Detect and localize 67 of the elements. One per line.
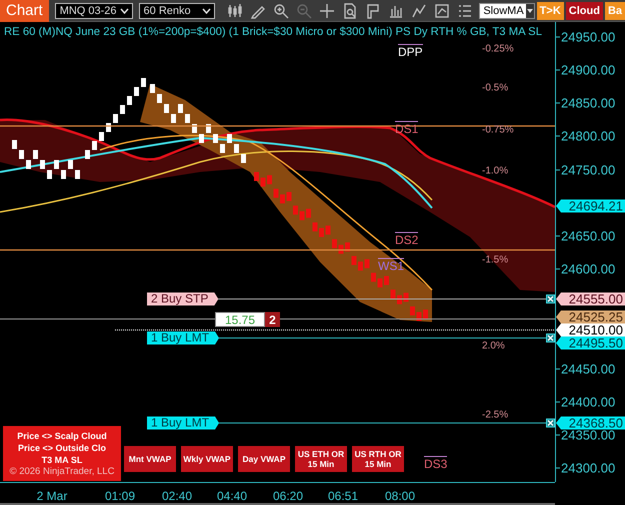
percent-label: -1.0% [482, 166, 508, 176]
time-tick: 04:40 [216, 489, 248, 503]
list-icon[interactable] [457, 2, 474, 18]
price-tick: 24750.00 [556, 162, 616, 178]
quantity-badge: 2 [265, 312, 280, 327]
price-tick: 24950.00 [556, 30, 616, 44]
percent-label: -1.5% [482, 254, 508, 266]
percent-label: -0.25% [482, 44, 514, 54]
profit-label: 15.75 [215, 312, 265, 327]
crosshair-icon[interactable] [319, 2, 336, 18]
percent-label: -2.5% [482, 410, 508, 420]
flag-icon[interactable] [365, 2, 382, 18]
indicator-button[interactable]: Day VWAP [238, 446, 290, 472]
close-icon[interactable] [546, 334, 555, 342]
price-tick: 24300.00 [556, 460, 616, 476]
indicator-button[interactable]: Mnt VWAP [124, 446, 176, 472]
price-marker: 24555.00 [556, 292, 625, 306]
price-marker: 24368.50 [556, 416, 625, 430]
toolbar-button[interactable]: Cloud [566, 2, 603, 20]
copyright-text: © 2026 NinjaTrader, LLC [10, 466, 114, 478]
signal-text: Price <> Outside Clo [18, 442, 106, 454]
instrument-select[interactable]: MNQ 03-26 [54, 2, 133, 18]
close-icon[interactable] [546, 418, 555, 428]
time-tick: 2 Mar [36, 489, 68, 503]
close-icon[interactable] [546, 294, 555, 304]
percent-label: 2.0% [482, 340, 505, 352]
pivot-level-label: WS1 [378, 258, 404, 273]
price-tick: 24800.00 [556, 128, 616, 144]
document-search-icon[interactable] [342, 2, 358, 18]
price-tick: 24650.00 [556, 228, 616, 244]
price-tick: 24850.00 [556, 96, 616, 110]
candlestick-icon[interactable] [227, 2, 244, 18]
price-marker: 24510.00 [556, 324, 625, 336]
order-label[interactable]: 2 Buy STP [147, 292, 218, 306]
zoom-in-icon[interactable] [273, 2, 290, 18]
percent-label: -0.5% [482, 82, 508, 94]
price-marker: 24495.50 [556, 336, 625, 350]
chart-tab[interactable]: Chart [0, 0, 49, 22]
price-tick: 24350.00 [556, 428, 616, 442]
order-label[interactable]: 1 Buy LMT [147, 416, 220, 430]
time-tick: 01:09 [104, 489, 136, 503]
line-chart-icon[interactable] [411, 2, 428, 18]
bar-type-select[interactable]: 60 Renko [138, 2, 216, 18]
time-tick: 06:51 [328, 489, 358, 503]
dropdown-arrow-icon [526, 8, 533, 12]
order-label[interactable]: 1 Buy LMT [147, 332, 220, 344]
price-marker: 24694.21 [556, 200, 625, 212]
pivot-level-label: DPP [398, 44, 423, 59]
time-tick: 06:20 [272, 489, 304, 503]
template-select[interactable]: SlowMA [479, 2, 535, 18]
signal-text: T3 MA SL [42, 454, 82, 466]
chart-title: RE 60 (M)NQ June 23 GB (1%=200p=$400) (1 Brick=$30 Micro or $300 Mini) PS Dy RTH % GB, T3 MA SL [4, 26, 542, 38]
price-tick: 24400.00 [556, 394, 616, 410]
percent-label: -0.75% [482, 124, 514, 136]
indicator-button[interactable]: US RTH OR 15 Min [352, 446, 404, 472]
indicator-button[interactable]: US ETH OR 15 Min [295, 446, 347, 472]
price-marker: 24525.25 [556, 310, 625, 324]
indicator-button[interactable]: Wkly VWAP [181, 446, 233, 472]
time-tick: 08:00 [384, 489, 416, 503]
pivot-level-label: DS1 [395, 121, 418, 136]
price-tick: 24900.00 [556, 62, 616, 78]
price-tick: 24450.00 [556, 362, 616, 376]
pivot-level-label: DS2 [395, 232, 418, 247]
signal-text: Price <> Scalp Cloud [17, 430, 107, 442]
pivot-level-label: DS3 [424, 456, 448, 471]
price-tick: 24600.00 [556, 262, 616, 276]
time-tick: 02:40 [162, 489, 192, 503]
